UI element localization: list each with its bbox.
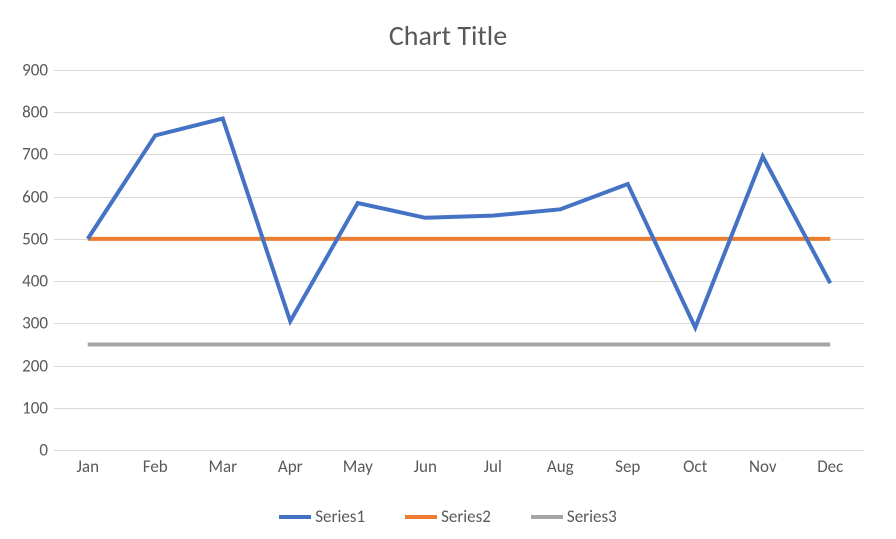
legend-label: Series2 <box>441 506 491 527</box>
x-tick-label: Jul <box>459 456 527 477</box>
y-tick-label: 100 <box>2 397 48 418</box>
y-tick-label: 0 <box>2 440 48 461</box>
y-tick-label: 300 <box>2 313 48 334</box>
y-tick-label: 900 <box>2 60 48 81</box>
gridline <box>54 450 864 451</box>
x-tick-label: Sep <box>594 456 662 477</box>
y-tick-label: 400 <box>2 271 48 292</box>
legend-item-series3: Series3 <box>531 506 617 527</box>
x-tick-label: Mar <box>189 456 257 477</box>
legend-label: Series3 <box>567 506 617 527</box>
x-tick-label: Dec <box>797 456 865 477</box>
legend-swatch <box>279 515 311 519</box>
legend-item-series1: Series1 <box>279 506 365 527</box>
series1-line <box>88 119 831 328</box>
x-tick-label: Feb <box>122 456 190 477</box>
y-tick-label: 700 <box>2 144 48 165</box>
x-tick-label: Oct <box>662 456 730 477</box>
legend-swatch <box>405 515 437 519</box>
y-tick-label: 600 <box>2 186 48 207</box>
chart-container: Chart Title 0 100 200 300 400 500 600 70… <box>0 0 896 539</box>
x-tick-label: Jun <box>392 456 460 477</box>
y-tick-label: 200 <box>2 355 48 376</box>
legend: Series1 Series2 Series3 <box>0 506 896 527</box>
y-tick-label: 500 <box>2 228 48 249</box>
chart-title: Chart Title <box>0 18 896 53</box>
legend-item-series2: Series2 <box>405 506 491 527</box>
x-tick-label: Nov <box>729 456 797 477</box>
legend-swatch <box>531 515 563 519</box>
x-tick-label: Apr <box>257 456 325 477</box>
x-tick-label: Jan <box>54 456 122 477</box>
x-tick-label: Aug <box>527 456 595 477</box>
plot-area <box>54 70 864 450</box>
legend-label: Series1 <box>315 506 365 527</box>
y-tick-label: 800 <box>2 102 48 123</box>
series-layer <box>54 70 864 450</box>
x-tick-label: May <box>324 456 392 477</box>
